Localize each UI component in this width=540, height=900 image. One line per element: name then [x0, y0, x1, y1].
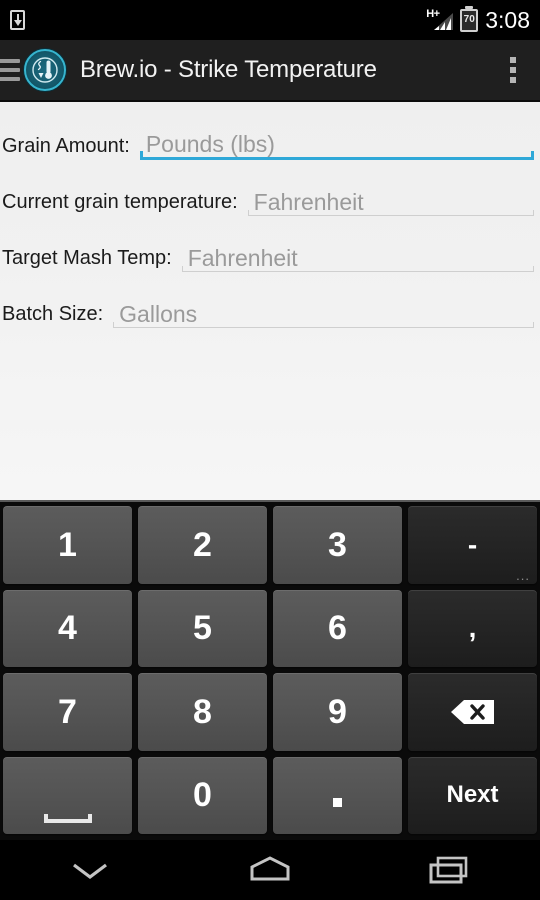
- input-batch-size[interactable]: Gallons: [113, 301, 534, 334]
- key-next[interactable]: Next: [408, 756, 537, 834]
- key-5-label: 5: [193, 609, 212, 648]
- form-content: Grain Amount: Pounds (lbs) Current grain…: [0, 102, 540, 500]
- overflow-menu-icon[interactable]: [502, 51, 524, 89]
- key-7[interactable]: 7: [3, 673, 132, 751]
- key-0[interactable]: 0: [138, 756, 267, 834]
- signal-bars-glyph: [434, 13, 454, 30]
- key-1-label: 1: [58, 525, 77, 564]
- hide-keyboard-chevron-down-icon[interactable]: [0, 840, 180, 900]
- status-bar: H+ 70 3:08: [0, 0, 540, 40]
- backspace-icon: [450, 698, 496, 726]
- key-8[interactable]: 8: [138, 673, 267, 751]
- recent-apps-icon[interactable]: [360, 840, 540, 900]
- keyboard-row-1: 1 2 3 - ...: [3, 506, 537, 584]
- key-comma-label: ,: [468, 612, 477, 644]
- keyboard-row-4: 0 Next: [3, 756, 537, 834]
- status-bar-left: [10, 10, 25, 30]
- key-4[interactable]: 4: [3, 589, 132, 667]
- navigation-bar: [0, 840, 540, 900]
- label-batch-size: Batch Size:: [2, 303, 104, 325]
- placeholder-grain-amount: Pounds (lbs): [145, 131, 275, 157]
- key-6[interactable]: 6: [273, 589, 402, 667]
- underline-grain-amount: [139, 151, 535, 160]
- input-current-grain-temperature[interactable]: Fahrenheit: [247, 189, 535, 222]
- signal-bars-icon: H+: [426, 9, 454, 31]
- key-1[interactable]: 1: [3, 506, 132, 584]
- battery-icon: 70: [460, 8, 479, 32]
- key-comma[interactable]: ,: [408, 589, 537, 667]
- spacebar-icon: [43, 814, 92, 823]
- underline-batch-size: [113, 322, 534, 328]
- page-title: Brew.io - Strike Temperature: [80, 56, 377, 83]
- underline-current-grain-temperature: [247, 210, 535, 216]
- label-target-mash-temp: Target Mash Temp:: [2, 247, 172, 269]
- key-next-label: Next: [446, 781, 499, 809]
- keyboard-row-3: 7 8 9: [3, 673, 537, 751]
- form-row-grain-amount: Grain Amount: Pounds (lbs): [0, 110, 540, 166]
- key-0-label: 0: [193, 776, 212, 815]
- form-row-batch-size: Batch Size: Gallons: [0, 278, 540, 334]
- key-3-label: 3: [328, 525, 347, 564]
- form-row-target-mash-temp: Target Mash Temp: Fahrenheit: [0, 222, 540, 278]
- input-grain-amount[interactable]: Pounds (lbs): [139, 131, 535, 166]
- period-icon: [333, 797, 342, 807]
- placeholder-current-grain-temperature: Fahrenheit: [253, 189, 364, 215]
- input-target-mash-temp[interactable]: Fahrenheit: [181, 245, 535, 278]
- status-bar-right: H+ 70 3:08: [426, 6, 530, 34]
- phone-screen: H+ 70 3:08 Brew.io - Strike Temperature …: [0, 0, 540, 900]
- key-8-label: 8: [193, 692, 212, 731]
- key-2-label: 2: [193, 525, 212, 564]
- key-4-label: 4: [58, 609, 77, 648]
- key-6-label: 6: [328, 609, 347, 648]
- action-bar: Brew.io - Strike Temperature: [0, 40, 540, 102]
- clock-label: 3:08: [485, 6, 530, 33]
- key-5[interactable]: 5: [138, 589, 267, 667]
- key-2[interactable]: 2: [138, 506, 267, 584]
- key-period[interactable]: [273, 756, 402, 834]
- numeric-keyboard: 1 2 3 - ... 4 5 6 , 7 8 9 0 Next: [0, 500, 540, 840]
- key-space[interactable]: [3, 756, 132, 834]
- home-icon[interactable]: [180, 840, 360, 900]
- key-9[interactable]: 9: [273, 673, 402, 751]
- key-3[interactable]: 3: [273, 506, 402, 584]
- label-grain-amount: Grain Amount:: [2, 135, 130, 157]
- key-minus-label: -: [467, 528, 478, 560]
- battery-level-label: 70: [463, 14, 475, 25]
- download-icon: [10, 10, 25, 30]
- key-backspace[interactable]: [408, 673, 537, 751]
- key-9-label: 9: [328, 692, 347, 731]
- hamburger-menu-icon[interactable]: [0, 59, 20, 81]
- brew-io-logo-icon: [24, 49, 66, 91]
- form-row-current-grain-temperature: Current grain temperature: Fahrenheit: [0, 166, 540, 222]
- more-options-icon: ...: [516, 567, 530, 583]
- placeholder-batch-size: Gallons: [119, 301, 198, 327]
- keyboard-row-2: 4 5 6 ,: [3, 589, 537, 667]
- placeholder-target-mash-temp: Fahrenheit: [187, 245, 298, 271]
- label-current-grain-temperature: Current grain temperature:: [2, 191, 238, 213]
- key-7-label: 7: [58, 692, 77, 731]
- underline-target-mash-temp: [181, 266, 535, 272]
- key-minus[interactable]: - ...: [408, 506, 537, 584]
